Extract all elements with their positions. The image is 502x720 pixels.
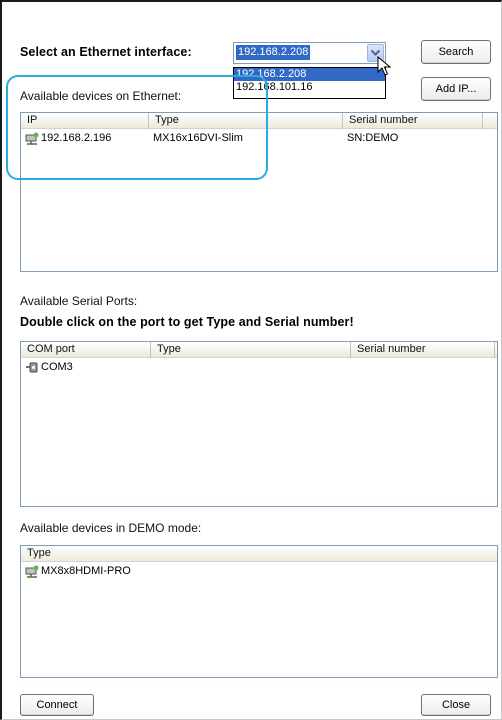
selected-interface-value: 192.168.2.208	[236, 45, 311, 60]
column-header-ip[interactable]: IP	[21, 113, 149, 129]
com-port-name: COM3	[41, 361, 73, 373]
connect-button[interactable]: Connect	[20, 694, 94, 716]
ethernet-device-list[interactable]: IP Type Serial number 192.168.2.196 MX16…	[20, 112, 498, 272]
device-serial: SN:DEMO	[347, 132, 399, 144]
interface-option-1[interactable]: 192.168.2.208	[234, 68, 385, 81]
demo-device-type: MX8x8HDMI-PRO	[41, 565, 131, 577]
network-device-icon	[25, 565, 39, 578]
column-header-serial[interactable]: Serial number	[351, 342, 495, 358]
add-ip-button[interactable]: Add IP...	[421, 77, 491, 101]
column-header-com-port[interactable]: COM port	[21, 342, 151, 358]
available-demo-label: Available devices in DEMO mode:	[20, 521, 202, 535]
search-button[interactable]: Search	[421, 40, 491, 64]
column-header-serial[interactable]: Serial number	[343, 113, 483, 129]
demo-device-row[interactable]: MX8x8HDMI-PRO	[21, 564, 497, 579]
column-header-type[interactable]: Type	[151, 342, 351, 358]
com-port-serial	[351, 360, 495, 375]
column-header-type[interactable]: Type	[21, 546, 495, 562]
com-port-type	[151, 360, 351, 375]
device-type: MX16x16DVI-Slim	[153, 132, 243, 144]
network-device-icon	[25, 132, 39, 145]
available-ethernet-label: Available devices on Ethernet:	[20, 89, 182, 103]
ethernet-list-header: IP Type Serial number	[21, 113, 497, 129]
ethernet-device-row[interactable]: 192.168.2.196 MX16x16DVI-Slim SN:DEMO	[21, 131, 497, 146]
demo-list-header: Type	[21, 546, 497, 562]
column-header-type[interactable]: Type	[149, 113, 343, 129]
device-ip: 192.168.2.196	[41, 132, 112, 144]
ethernet-interface-label: Select an Ethernet interface:	[20, 45, 192, 59]
serial-port-row[interactable]: COM3	[21, 360, 497, 375]
serial-instruction-text: Double click on the port to get Type and…	[20, 315, 354, 329]
device-discovery-window: Select an Ethernet interface: 192.168.2.…	[0, 0, 502, 720]
demo-device-list[interactable]: Type MX8x8HDMI-PRO	[20, 545, 498, 678]
serial-port-list[interactable]: COM port Type Serial number COM3	[20, 341, 498, 507]
serial-port-icon	[26, 362, 38, 373]
interface-dropdown-list: 192.168.2.208 192.168.101.16	[233, 67, 386, 99]
serial-list-header: COM port Type Serial number	[21, 342, 497, 358]
interface-option-2[interactable]: 192.168.101.16	[234, 81, 385, 94]
close-button[interactable]: Close	[421, 694, 491, 716]
mouse-cursor-icon	[377, 56, 391, 76]
ethernet-interface-combobox[interactable]: 192.168.2.208	[233, 42, 386, 64]
available-serial-label: Available Serial Ports:	[20, 294, 138, 308]
